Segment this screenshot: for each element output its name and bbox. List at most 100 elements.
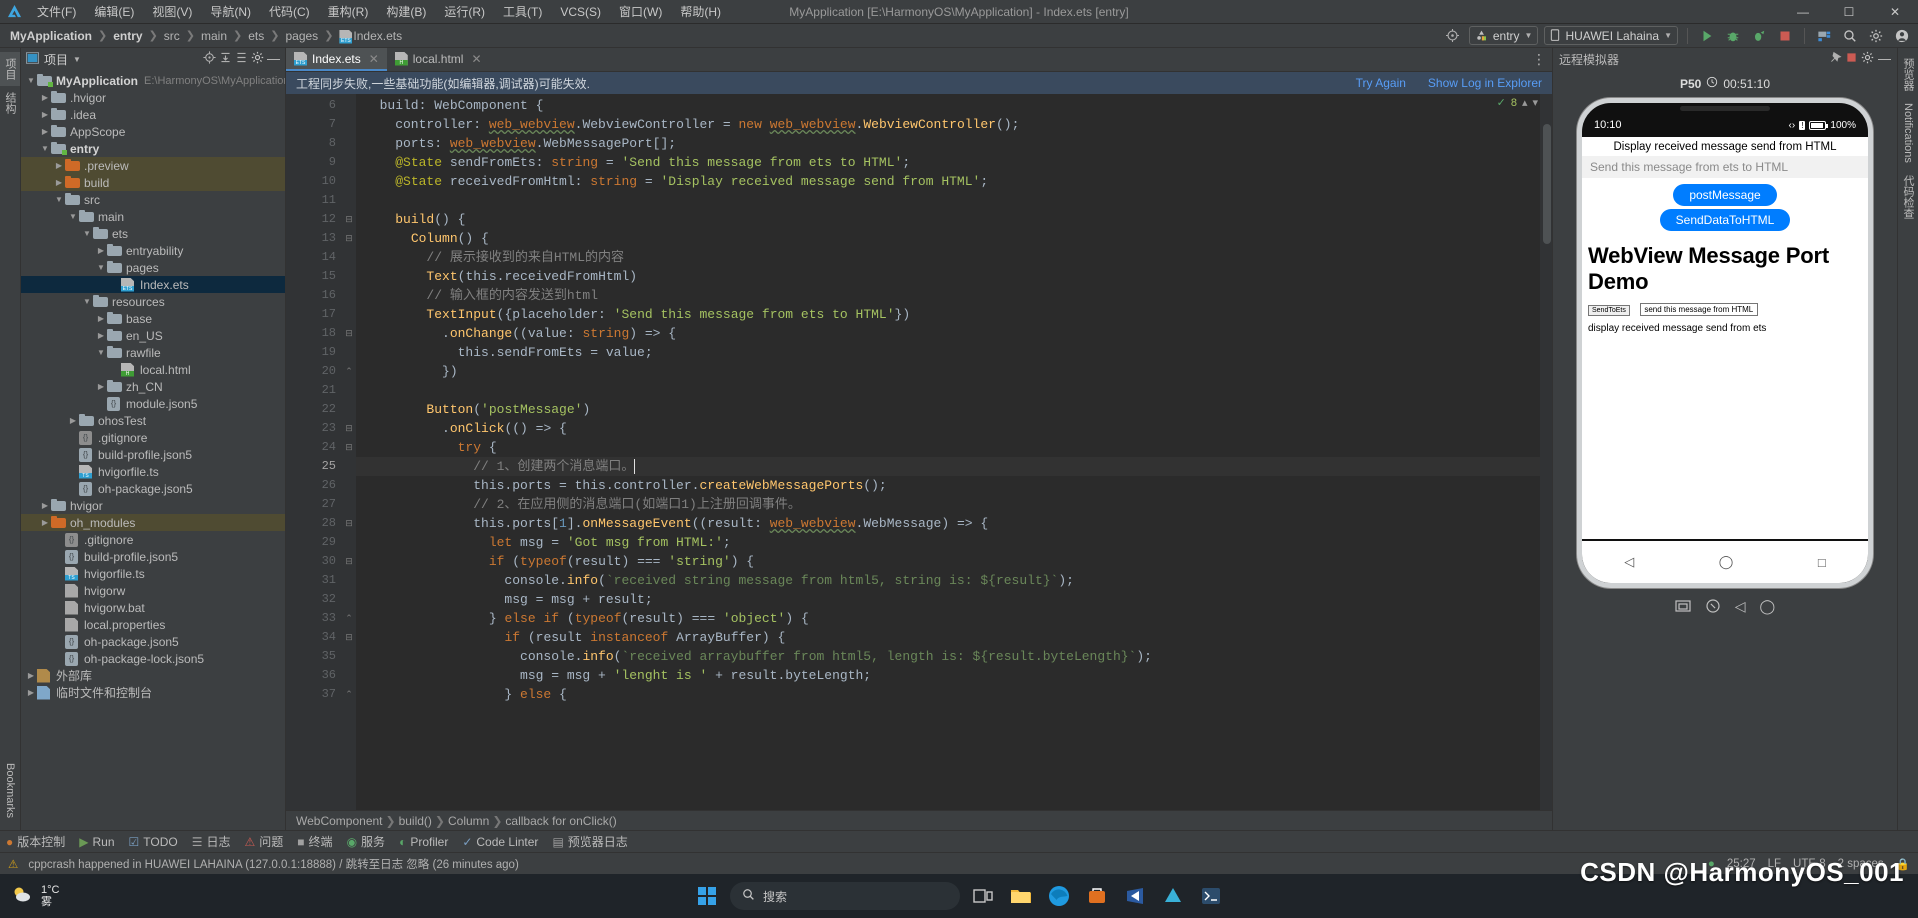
tree-item-myapplication[interactable]: ▼ MyApplication E:\HarmonyOS\MyApplication xyxy=(21,72,285,89)
run-icon[interactable] xyxy=(1697,26,1717,46)
store-icon[interactable] xyxy=(1082,881,1112,911)
status-crumb-3[interactable]: callback for onClick() xyxy=(505,814,616,828)
code-folding-column[interactable]: ⊟ ⊟ ⊟ ⌃ ⊟ ⊟ ⊟ ⊟ ⌃ ⊟ ⌃ xyxy=(342,94,356,810)
recents-icon[interactable]: □ xyxy=(1818,555,1826,570)
chevron-down-icon[interactable]: ▼ xyxy=(95,263,107,272)
code-line[interactable]: console.info(`received arraybuffer from … xyxy=(356,647,1552,666)
terminal-icon[interactable] xyxy=(1196,881,1226,911)
chevron-down-icon[interactable]: ▼ xyxy=(81,297,93,306)
tree-item-entryability[interactable]: ▶ entryability xyxy=(21,242,285,259)
code-line[interactable]: this.ports[1].onMessageEvent((result: we… xyxy=(356,514,1552,533)
breadcrumb-item-0[interactable]: MyApplication xyxy=(6,28,96,44)
breadcrumb-item-2[interactable]: src xyxy=(160,28,184,44)
rail-tab-notifications[interactable]: Notifications xyxy=(1900,97,1916,169)
breadcrumb-item-6[interactable]: ETS Index.ets xyxy=(335,28,406,44)
tree-item-oh-package.json5[interactable]: oh-package.json5 xyxy=(21,633,285,650)
tree-item-local.properties[interactable]: local.properties xyxy=(21,616,285,633)
code-line[interactable]: // 1、创建两个消息端口。 xyxy=(356,457,1552,476)
code-line[interactable]: ports: web_webview.WebMessagePort[]; xyxy=(356,134,1552,153)
code-line[interactable]: Button('postMessage') xyxy=(356,400,1552,419)
tree-item-.preview[interactable]: ▶ .preview xyxy=(21,157,285,174)
screenshot-icon[interactable] xyxy=(1675,598,1691,617)
fold-toggle-icon[interactable]: ⊟ xyxy=(342,210,356,229)
prev-issue-icon[interactable]: ▴ xyxy=(1522,96,1528,109)
ets-text-input[interactable]: Send this message from ets to HTML xyxy=(1582,156,1868,178)
rail-tab-structure[interactable]: 结构 xyxy=(0,86,20,120)
code-line[interactable]: build() { xyxy=(356,210,1552,229)
right-tool-rail[interactable]: 预览器 Notifications 代码检查 xyxy=(1897,48,1918,830)
next-issue-icon[interactable]: ▾ xyxy=(1532,96,1538,109)
chevron-down-icon[interactable]: ▼ xyxy=(39,144,51,153)
chevron-down-icon[interactable]: ▼ xyxy=(95,348,107,357)
left-tool-rail[interactable]: 项目 结构 Bookmarks xyxy=(0,48,21,830)
code-line[interactable]: TextInput({placeholder: 'Send this messa… xyxy=(356,305,1552,324)
target-icon[interactable] xyxy=(1443,26,1463,46)
tree-item-rawfile[interactable]: ▼ rawfile xyxy=(21,344,285,361)
rail-tab-inspections[interactable]: 代码检查 xyxy=(1898,169,1918,225)
toolwindow-run[interactable]: ▶ Run xyxy=(79,835,114,849)
taskview-icon[interactable] xyxy=(968,881,998,911)
window-controls[interactable]: — ☐ ✕ xyxy=(1780,0,1918,24)
chevron-right-icon[interactable]: ▶ xyxy=(39,518,51,527)
expand-all-icon[interactable] xyxy=(235,51,248,67)
rotate-icon[interactable] xyxy=(1705,598,1721,617)
tree-item-hvigorfile.ts[interactable]: TS hvigorfile.ts xyxy=(21,463,285,480)
breadcrumb-item-3[interactable]: main xyxy=(197,28,231,44)
tree-item-build-profile.json5[interactable]: build-profile.json5 xyxy=(21,446,285,463)
tree-item-oh-package-lock.json5[interactable]: oh-package-lock.json5 xyxy=(21,650,285,667)
menu-file[interactable]: 文件(F) xyxy=(28,0,85,23)
menu-help[interactable]: 帮助(H) xyxy=(671,0,730,23)
tree-item-build[interactable]: ▶ build xyxy=(21,174,285,191)
code-line[interactable]: try { xyxy=(356,438,1552,457)
menu-refactor[interactable]: 重构(R) xyxy=(319,0,378,23)
emulator-header-actions[interactable]: — xyxy=(1829,51,1891,67)
code-line[interactable]: }) xyxy=(356,362,1552,381)
fold-toggle-icon[interactable]: ⊟ xyxy=(342,324,356,343)
menu-tools[interactable]: 工具(T) xyxy=(494,0,551,23)
status-message[interactable]: cppcrash happened in HUAWEI LAHAINA (127… xyxy=(28,856,518,872)
code-line[interactable]: msg = msg + 'lenght is ' + result.byteLe… xyxy=(356,666,1552,685)
tree-item---------[interactable]: ▶ 临时文件和控制台 xyxy=(21,684,285,701)
code-editor[interactable]: 6 7 8 9 10 11 12 13 14 15 16 17 18 19 20 21 22 23 24 25 26 27… xyxy=(286,94,1552,810)
code-line[interactable] xyxy=(356,381,1552,400)
search-icon[interactable] xyxy=(1840,26,1860,46)
toolwindow-services[interactable]: ◉ 服务 xyxy=(347,833,386,850)
tree-item-oh-package.json5[interactable]: oh-package.json5 xyxy=(21,480,285,497)
code-line[interactable]: if (result instanceof ArrayBuffer) { xyxy=(356,628,1552,647)
home-icon[interactable]: ◯ xyxy=(1760,598,1776,617)
rail-tab-project[interactable]: 项目 xyxy=(0,52,20,86)
chevron-down-icon[interactable]: ▼ xyxy=(73,55,81,64)
weather-widget[interactable]: 1°C 雾 xyxy=(10,883,59,910)
send-to-ets-button[interactable]: SendToEts xyxy=(1588,305,1630,316)
tree-item-local.html[interactable]: Hlocal.html xyxy=(21,361,285,378)
tool-window-bar[interactable]: ● 版本控制 ▶ Run ☑ TODO ☰ 日志 ⚠ 问题 ■ 终端 ◉ 服务 ◐ Profil… xyxy=(0,830,1918,852)
code-line[interactable]: controller: web_webview.WebviewControlle… xyxy=(356,115,1552,134)
fold-toggle-icon[interactable]: ⌃ xyxy=(342,609,356,628)
phone-nav-bar[interactable]: ◁ ◯ □ xyxy=(1582,541,1868,583)
editor-tab-index-ets[interactable]: ETS Index.ets ✕ xyxy=(286,48,387,71)
menu-vcs[interactable]: VCS(S) xyxy=(551,2,610,22)
tree-item-pages[interactable]: ▼ pages xyxy=(21,259,285,276)
tree-item-oh_modules[interactable]: ▶ oh_modules xyxy=(21,514,285,531)
menu-navigate[interactable]: 导航(N) xyxy=(201,0,260,23)
code-line[interactable]: console.info(`received string message fr… xyxy=(356,571,1552,590)
code-line[interactable]: let msg = 'Got msg from HTML:'; xyxy=(356,533,1552,552)
fold-toggle-icon[interactable]: ⌃ xyxy=(342,685,356,704)
emulator-tool-buttons[interactable]: ◁ ◯ xyxy=(1675,588,1775,627)
send-data-to-html-button[interactable]: SendDataToHTML xyxy=(1659,209,1791,231)
try-again-link[interactable]: Try Again xyxy=(1356,76,1406,90)
fold-toggle-icon[interactable]: ⊟ xyxy=(342,229,356,248)
chevron-right-icon[interactable]: ▶ xyxy=(53,178,65,187)
tree-item-build-profile.json5[interactable]: build-profile.json5 xyxy=(21,548,285,565)
code-line[interactable]: build: WebComponent { xyxy=(356,96,1552,115)
tree-item-.hvigor[interactable]: ▶ .hvigor xyxy=(21,89,285,106)
tree-item-en_us[interactable]: ▶ en_US xyxy=(21,327,285,344)
editor-tab-local-html[interactable]: H local.html ✕ xyxy=(387,48,490,71)
locate-icon[interactable] xyxy=(203,51,216,67)
chevron-right-icon[interactable]: ▶ xyxy=(95,246,107,255)
status-crumb-0[interactable]: WebComponent xyxy=(296,814,383,828)
menu-bar[interactable]: 文件(F) 编辑(E) 视图(V) 导航(N) 代码(C) 重构(R) 构建(B… xyxy=(28,0,730,23)
tree-item-base[interactable]: ▶ base xyxy=(21,310,285,327)
tree-item-resources[interactable]: ▼ resources xyxy=(21,293,285,310)
chevron-right-icon[interactable]: ▶ xyxy=(39,501,51,510)
